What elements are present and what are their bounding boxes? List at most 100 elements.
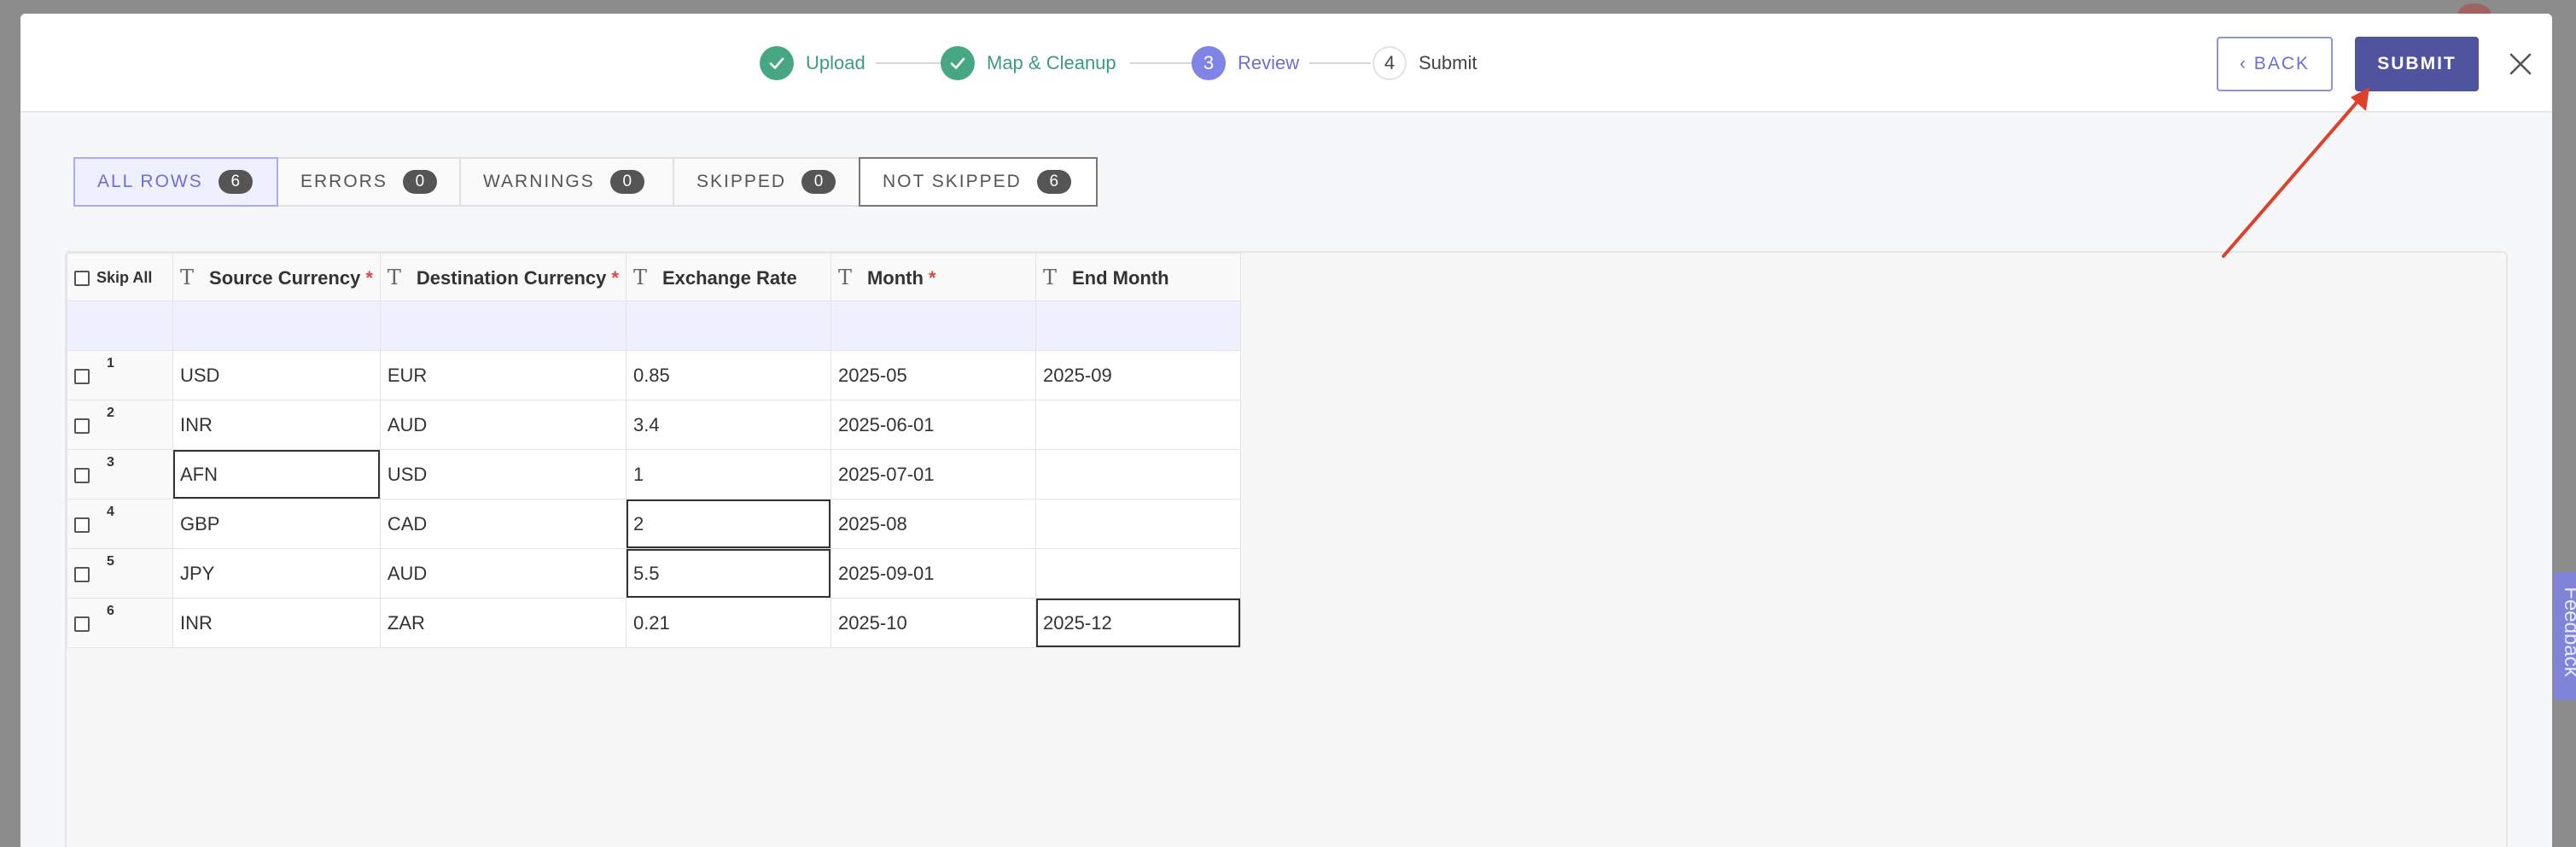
row-select-cell[interactable]: 5 xyxy=(67,548,173,599)
count-badge: 6 xyxy=(1036,170,1071,194)
table-row: 1 USD EUR 0.85 2025-05 2025-09 xyxy=(67,350,1241,400)
table-cell[interactable]: 2025-06-01 xyxy=(830,400,1036,450)
row-skip-checkbox[interactable] xyxy=(74,368,90,384)
row-select-cell[interactable]: 6 xyxy=(67,598,173,648)
table-cell[interactable]: JPY xyxy=(172,548,381,599)
step-label: Map & Cleanup xyxy=(987,52,1116,73)
row-skip-checkbox[interactable] xyxy=(74,467,90,483)
text-type-icon: T xyxy=(1042,265,1057,289)
text-type-icon: T xyxy=(837,265,852,289)
filter-tab-skipped[interactable]: SKIPPED 0 xyxy=(674,157,859,207)
row-number: 3 xyxy=(107,455,114,470)
step-submit: 4 Submit xyxy=(1373,46,1477,80)
table-cell[interactable]: 2025-12 xyxy=(1034,598,1241,648)
feedback-tab[interactable]: Feedback xyxy=(2554,572,2576,700)
table-cell[interactable]: 2025-10 xyxy=(830,598,1036,648)
required-marker: * xyxy=(611,266,619,289)
column-label: Exchange Rate xyxy=(661,266,797,289)
step-map-cleanup: Map & Cleanup xyxy=(941,46,1116,80)
table-cell[interactable]: 1 xyxy=(625,449,831,499)
step-label: Submit xyxy=(1419,52,1477,73)
table-cell[interactable] xyxy=(1034,499,1241,549)
table-cell[interactable]: GBP xyxy=(172,499,381,549)
filter-row xyxy=(67,301,1241,351)
step-connector xyxy=(1130,62,1192,64)
close-icon[interactable] xyxy=(2504,48,2537,80)
table-cell[interactable] xyxy=(1034,449,1241,499)
table-cell[interactable] xyxy=(1034,400,1241,450)
row-select-cell[interactable]: 4 xyxy=(67,499,173,549)
row-skip-checkbox[interactable] xyxy=(74,517,90,533)
column-label: End Month xyxy=(1071,266,1169,289)
column-header-source-currency[interactable]: T Source Currency * xyxy=(172,253,381,301)
filter-cell[interactable] xyxy=(830,301,1036,351)
tab-label: ALL ROWS xyxy=(97,172,203,191)
table-cell[interactable]: 2025-05 xyxy=(830,350,1036,400)
table-cell[interactable]: AFN xyxy=(172,449,381,499)
skip-all-header[interactable]: Skip All xyxy=(67,253,173,301)
filter-tab-warnings[interactable]: WARNINGS 0 xyxy=(461,157,674,207)
column-label: Month xyxy=(866,266,924,289)
table-cell[interactable]: USD xyxy=(379,449,627,499)
table-cell[interactable]: 3.4 xyxy=(625,400,831,450)
table-row: 6 INR ZAR 0.21 2025-10 2025-12 xyxy=(67,598,1241,648)
back-button[interactable]: ‹ BACK xyxy=(2217,37,2333,91)
filter-tab-errors[interactable]: ERRORS 0 xyxy=(278,157,461,207)
row-select-cell[interactable]: 2 xyxy=(67,400,173,450)
filter-cell[interactable] xyxy=(379,301,627,351)
step-upload: Upload xyxy=(760,46,865,80)
filter-tab-all-rows[interactable]: ALL ROWS 6 xyxy=(73,157,278,207)
step-label: Upload xyxy=(806,52,865,73)
table-cell[interactable]: EUR xyxy=(379,350,627,400)
filter-tab-not-skipped[interactable]: NOT SKIPPED 6 xyxy=(859,157,1098,207)
table-cell[interactable]: AUD xyxy=(379,548,627,599)
row-skip-checkbox[interactable] xyxy=(74,566,90,582)
table-cell[interactable]: 2025-09-01 xyxy=(830,548,1036,599)
table-cell[interactable]: USD xyxy=(172,350,381,400)
row-skip-checkbox[interactable] xyxy=(74,616,90,632)
table-cell[interactable] xyxy=(1034,548,1241,599)
column-header-exchange-rate[interactable]: T Exchange Rate xyxy=(625,253,831,301)
row-select-cell[interactable]: 3 xyxy=(67,449,173,499)
filter-cell[interactable] xyxy=(625,301,831,351)
table-cell[interactable]: 2025-08 xyxy=(830,499,1036,549)
review-grid: Skip All T Source Currency * T Destination … xyxy=(65,251,2508,847)
check-icon xyxy=(760,46,794,80)
tab-label: SKIPPED xyxy=(696,172,787,191)
filter-cell[interactable] xyxy=(172,301,381,351)
step-connector xyxy=(1309,62,1371,64)
table-cell[interactable]: 2025-07-01 xyxy=(830,449,1036,499)
step-label: Review xyxy=(1238,52,1300,73)
modal-header: Upload Map & Cleanup 3 Review 4 Submit ‹… xyxy=(20,14,2552,113)
table-cell[interactable]: CAD xyxy=(379,499,627,549)
row-number: 4 xyxy=(107,505,114,519)
required-marker: * xyxy=(365,266,373,289)
table-cell[interactable]: 0.21 xyxy=(625,598,831,648)
row-skip-checkbox[interactable] xyxy=(74,418,90,434)
submit-button[interactable]: SUBMIT xyxy=(2355,37,2479,91)
step-number: 3 xyxy=(1192,46,1226,80)
table-row: 2 INR AUD 3.4 2025-06-01 xyxy=(67,400,1241,450)
count-badge: 6 xyxy=(218,170,253,194)
table-cell[interactable]: 0.85 xyxy=(625,350,831,400)
data-table: Skip All T Source Currency * T Destination … xyxy=(67,253,1241,648)
feedback-label: Feedback xyxy=(2560,587,2576,677)
table-cell[interactable]: 5.5 xyxy=(625,548,831,599)
row-select-cell[interactable]: 1 xyxy=(67,350,173,400)
table-cell[interactable]: 2 xyxy=(625,499,831,549)
table-row: 4 GBP CAD 2 2025-08 xyxy=(67,499,1241,549)
filter-cell xyxy=(67,301,173,351)
skip-all-checkbox[interactable] xyxy=(74,270,90,286)
column-header-end-month[interactable]: T End Month xyxy=(1034,253,1241,301)
table-row: 3 AFN USD 1 2025-07-01 xyxy=(67,449,1241,499)
filter-cell[interactable] xyxy=(1034,301,1241,351)
column-header-month[interactable]: T Month * xyxy=(830,253,1036,301)
table-cell[interactable]: INR xyxy=(172,400,381,450)
table-cell[interactable]: 2025-09 xyxy=(1034,350,1241,400)
text-type-icon: T xyxy=(387,265,401,289)
table-cell[interactable]: AUD xyxy=(379,400,627,450)
row-number: 1 xyxy=(107,356,114,371)
table-cell[interactable]: ZAR xyxy=(379,598,627,648)
column-header-destination-currency[interactable]: T Destination Currency * xyxy=(379,253,627,301)
table-cell[interactable]: INR xyxy=(172,598,381,648)
